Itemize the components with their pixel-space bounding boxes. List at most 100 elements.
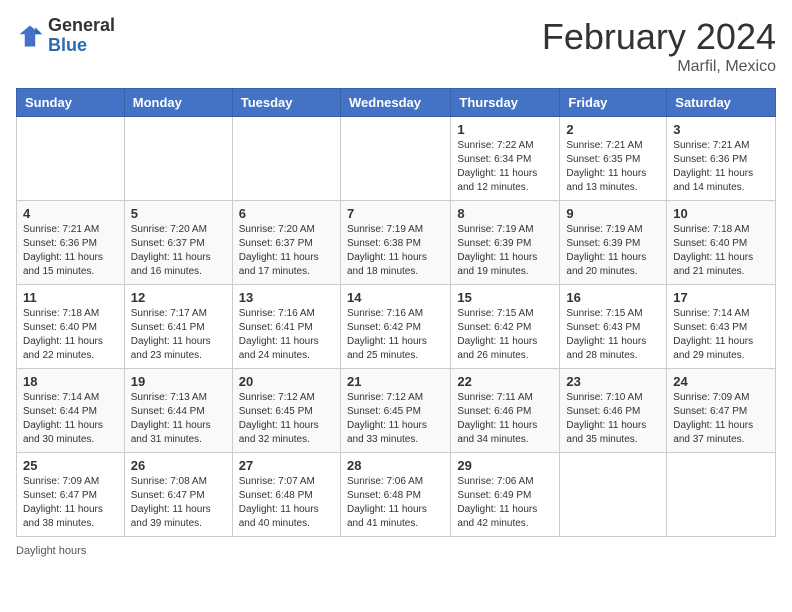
day-info: Sunrise: 7:13 AM Sunset: 6:44 PM Dayligh… [131,391,226,447]
col-header-monday: Monday [124,89,232,117]
day-cell: 25Sunrise: 7:09 AM Sunset: 6:47 PM Dayli… [17,453,125,537]
col-header-wednesday: Wednesday [340,89,450,117]
day-info: Sunrise: 7:11 AM Sunset: 6:46 PM Dayligh… [457,391,553,447]
day-info: Sunrise: 7:19 AM Sunset: 6:39 PM Dayligh… [457,223,553,279]
day-cell: 19 Sunrise: 7:13 AM Sunset: 6:44 PM Dayli… [124,369,232,453]
day-info: Sunrise: 7:19 AM Sunset: 6:38 PM Dayligh… [347,223,444,279]
day-info: Sunrise: 7:16 AM Sunset: 6:41 PM Dayligh… [239,307,334,363]
day-info: Sunrise: 7:12 AM Sunset: 6:45 PM Dayligh… [239,391,334,447]
day-cell: 7 Sunrise: 7:19 AM Sunset: 6:38 PM Daylig… [340,201,450,285]
day-cell: 16Sunrise: 7:15 AM Sunset: 6:43 PM Dayli… [560,285,667,369]
day-cell: 1Sunrise: 7:22 AM Sunset: 6:34 PM Daylig… [451,117,560,201]
subtitle: Marfil, Mexico [542,58,776,76]
day-cell: 5Sunrise: 7:20 AM Sunset: 6:37 PM Daylig… [124,201,232,285]
day-cell: 4Sunrise: 7:21 AM Sunset: 6:36 PM Daylig… [17,201,125,285]
day-cell: 10 Sunrise: 7:18 AM Sunset: 6:40 PM Dayli… [667,201,776,285]
day-info: Sunrise: 7:21 AM Sunset: 6:36 PM Dayligh… [673,139,769,195]
day-cell [124,117,232,201]
day-number: 13 [239,290,334,305]
day-info: Sunrise: 7:18 AM Sunset: 6:40 PM Dayligh… [23,307,118,363]
day-number: 10 [673,206,769,221]
day-cell: 21 Sunrise: 7:12 AM Sunset: 6:45 PM Dayli… [340,369,450,453]
calendar-header: SundayMondayTuesdayWednesdayThursdayFrid… [17,89,776,117]
day-number: 29 [457,458,553,473]
day-number: 28 [347,458,444,473]
day-cell: 6 Sunrise: 7:20 AM Sunset: 6:37 PM Daylig… [232,201,340,285]
day-cell: 9 Sunrise: 7:19 AM Sunset: 6:39 PM Daylig… [560,201,667,285]
day-number: 27 [239,458,334,473]
day-cell [232,117,340,201]
day-cell: 14 Sunrise: 7:16 AM Sunset: 6:42 PM Dayli… [340,285,450,369]
day-info: Sunrise: 7:09 AM Sunset: 6:47 PM Dayligh… [23,475,118,531]
calendar-body: 1Sunrise: 7:22 AM Sunset: 6:34 PM Daylig… [17,117,776,537]
day-cell: 8 Sunrise: 7:19 AM Sunset: 6:39 PM Daylig… [451,201,560,285]
day-cell: 26Sunrise: 7:08 AM Sunset: 6:47 PM Dayli… [124,453,232,537]
page-header: General Blue February 2024 Marfil, Mexic… [16,16,776,76]
week-row-4: 18 Sunrise: 7:14 AM Sunset: 6:44 PM Dayli… [17,369,776,453]
day-info: Sunrise: 7:06 AM Sunset: 6:48 PM Dayligh… [347,475,444,531]
day-cell: 13 Sunrise: 7:16 AM Sunset: 6:41 PM Dayli… [232,285,340,369]
day-number: 9 [566,206,660,221]
day-info: Sunrise: 7:12 AM Sunset: 6:45 PM Dayligh… [347,391,444,447]
week-row-2: 4Sunrise: 7:21 AM Sunset: 6:36 PM Daylig… [17,201,776,285]
day-info: Sunrise: 7:18 AM Sunset: 6:40 PM Dayligh… [673,223,769,279]
calendar-table: SundayMondayTuesdayWednesdayThursdayFrid… [16,88,776,537]
day-number: 12 [131,290,226,305]
day-cell: 28 Sunrise: 7:06 AM Sunset: 6:48 PM Dayli… [340,453,450,537]
logo: General Blue [16,16,115,56]
logo-text: General Blue [48,16,115,56]
day-info: Sunrise: 7:10 AM Sunset: 6:46 PM Dayligh… [566,391,660,447]
col-header-tuesday: Tuesday [232,89,340,117]
day-cell [340,117,450,201]
day-info: Sunrise: 7:14 AM Sunset: 6:44 PM Dayligh… [23,391,118,447]
week-row-1: 1Sunrise: 7:22 AM Sunset: 6:34 PM Daylig… [17,117,776,201]
day-number: 1 [457,122,553,137]
day-info: Sunrise: 7:19 AM Sunset: 6:39 PM Dayligh… [566,223,660,279]
day-info: Sunrise: 7:16 AM Sunset: 6:42 PM Dayligh… [347,307,444,363]
day-number: 4 [23,206,118,221]
day-number: 20 [239,374,334,389]
day-number: 18 [23,374,118,389]
col-header-saturday: Saturday [667,89,776,117]
day-info: Sunrise: 7:14 AM Sunset: 6:43 PM Dayligh… [673,307,769,363]
col-header-friday: Friday [560,89,667,117]
day-number: 21 [347,374,444,389]
day-number: 15 [457,290,553,305]
day-info: Sunrise: 7:20 AM Sunset: 6:37 PM Dayligh… [239,223,334,279]
day-info: Sunrise: 7:09 AM Sunset: 6:47 PM Dayligh… [673,391,769,447]
main-title: February 2024 [542,16,776,58]
day-number: 22 [457,374,553,389]
col-header-sunday: Sunday [17,89,125,117]
day-number: 23 [566,374,660,389]
day-number: 14 [347,290,444,305]
day-cell: 3Sunrise: 7:21 AM Sunset: 6:36 PM Daylig… [667,117,776,201]
day-number: 8 [457,206,553,221]
day-number: 2 [566,122,660,137]
day-cell: 23 Sunrise: 7:10 AM Sunset: 6:46 PM Dayli… [560,369,667,453]
day-cell: 15 Sunrise: 7:15 AM Sunset: 6:42 PM Dayli… [451,285,560,369]
daylight-label: Daylight hours [16,545,86,557]
day-info: Sunrise: 7:17 AM Sunset: 6:41 PM Dayligh… [131,307,226,363]
day-number: 6 [239,206,334,221]
day-number: 7 [347,206,444,221]
week-row-3: 11Sunrise: 7:18 AM Sunset: 6:40 PM Dayli… [17,285,776,369]
day-info: Sunrise: 7:20 AM Sunset: 6:37 PM Dayligh… [131,223,226,279]
day-cell: 27 Sunrise: 7:07 AM Sunset: 6:48 PM Dayli… [232,453,340,537]
day-number: 19 [131,374,226,389]
day-number: 26 [131,458,226,473]
footer: Daylight hours [16,545,776,557]
day-cell [560,453,667,537]
day-number: 24 [673,374,769,389]
day-cell: 22 Sunrise: 7:11 AM Sunset: 6:46 PM Dayli… [451,369,560,453]
day-cell [17,117,125,201]
week-row-5: 25Sunrise: 7:09 AM Sunset: 6:47 PM Dayli… [17,453,776,537]
day-cell: 20 Sunrise: 7:12 AM Sunset: 6:45 PM Dayli… [232,369,340,453]
header-row: SundayMondayTuesdayWednesdayThursdayFrid… [17,89,776,117]
day-cell: 24 Sunrise: 7:09 AM Sunset: 6:47 PM Dayli… [667,369,776,453]
day-info: Sunrise: 7:21 AM Sunset: 6:35 PM Dayligh… [566,139,660,195]
day-cell: 29Sunrise: 7:06 AM Sunset: 6:49 PM Dayli… [451,453,560,537]
day-info: Sunrise: 7:07 AM Sunset: 6:48 PM Dayligh… [239,475,334,531]
day-info: Sunrise: 7:15 AM Sunset: 6:42 PM Dayligh… [457,307,553,363]
day-cell: 12 Sunrise: 7:17 AM Sunset: 6:41 PM Dayli… [124,285,232,369]
day-cell: 11Sunrise: 7:18 AM Sunset: 6:40 PM Dayli… [17,285,125,369]
